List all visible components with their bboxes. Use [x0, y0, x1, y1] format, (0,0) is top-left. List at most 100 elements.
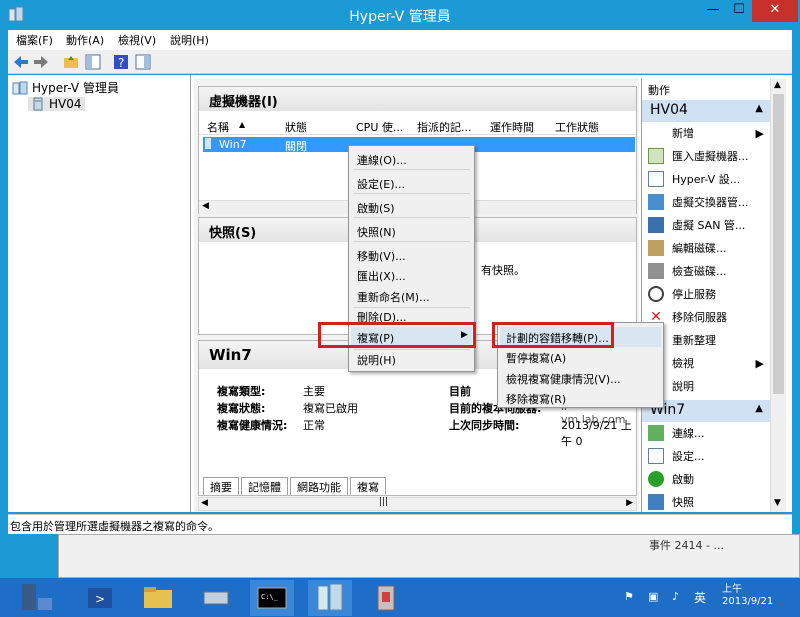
stop-icon: [648, 286, 664, 302]
powershell-icon[interactable]: >: [78, 580, 122, 616]
col-memory[interactable]: 指派的記...: [417, 119, 472, 135]
action-vswitch-manager[interactable]: 虛擬交換器管...: [648, 191, 770, 213]
menu-separator: [353, 307, 470, 308]
menu-view[interactable]: 檢視(V): [118, 32, 156, 48]
folder-up-icon[interactable]: [62, 53, 80, 71]
scroll-right-icon[interactable]: ▶: [626, 498, 633, 508]
file-explorer-icon[interactable]: [136, 580, 180, 616]
menu-separator: [353, 193, 470, 194]
col-name[interactable]: 名稱: [207, 119, 229, 135]
tab-replication[interactable]: 複寫: [350, 477, 386, 495]
menu-file[interactable]: 檔案(F): [16, 32, 53, 48]
close-button[interactable]: ✕: [752, 0, 798, 22]
ime-indicator[interactable]: 英: [694, 589, 706, 606]
action-vm-connect[interactable]: 連線...: [648, 422, 770, 444]
vm-icon: [205, 138, 211, 149]
action-vsan-manager[interactable]: 虛擬 SAN 管...: [648, 214, 770, 236]
menu-action[interactable]: 動作(A): [66, 32, 104, 48]
scroll-left-icon[interactable]: ◀: [201, 498, 208, 508]
action-help-label: 說明: [672, 380, 694, 393]
menu-item-start[interactable]: 啟動(S): [357, 200, 395, 216]
action-inspect-disk[interactable]: 檢查磁碟...: [648, 260, 770, 282]
action-edit-disk[interactable]: 編輯磁碟...: [648, 237, 770, 259]
action-new[interactable]: 新增 ▶: [648, 122, 770, 144]
scroll-left-icon[interactable]: ◀: [202, 201, 209, 211]
action-vm-snapshot-label: 快照: [672, 496, 694, 509]
vm-name: Win7: [219, 138, 247, 151]
action-vm-settings[interactable]: 設定...: [648, 445, 770, 467]
menu-item-rename[interactable]: 重新命名(M)...: [357, 289, 430, 305]
action-vm-start[interactable]: 啟動: [648, 468, 770, 490]
title-bar[interactable]: Hyper-V 管理員 — ☐ ✕: [0, 0, 800, 30]
action-view-label: 檢視: [672, 357, 694, 370]
forward-arrow-icon[interactable]: [32, 53, 50, 71]
show-hide-tree-icon[interactable]: [84, 53, 102, 71]
menu-help[interactable]: 說明(H): [170, 32, 209, 48]
action-help[interactable]: 說明: [648, 375, 770, 397]
action-hyperv-settings[interactable]: Hyper-V 設...: [648, 168, 770, 190]
flag-icon[interactable]: ⚑: [624, 590, 634, 603]
hyper-v-manager-taskbar-icon[interactable]: [308, 580, 352, 616]
inspect-disk-icon: [648, 263, 664, 279]
server-manager-icon[interactable]: [14, 580, 58, 616]
network-icon[interactable]: ▣: [648, 590, 658, 603]
action-view[interactable]: 檢視 ▶: [648, 352, 770, 374]
menu-bar: 檔案(F) 動作(A) 檢視(V) 說明(H): [8, 30, 792, 50]
snapshot-icon: [648, 494, 664, 510]
menu-item-settings[interactable]: 設定(E)...: [357, 176, 405, 192]
tree-root[interactable]: Hyper-V 管理員: [12, 79, 119, 96]
vm-connection-icon[interactable]: [364, 580, 408, 616]
clock-time[interactable]: 上午: [722, 580, 742, 595]
action-stop-service[interactable]: 停止服務: [648, 283, 770, 305]
vm-state: 關閉: [285, 140, 307, 153]
center-hscrollbar[interactable]: ◀ ||| ▶: [198, 497, 637, 511]
submenu-item-remove[interactable]: 移除複寫(R): [506, 391, 566, 407]
action-vm-start-label: 啟動: [672, 473, 694, 486]
menu-item-help[interactable]: 說明(H): [357, 352, 396, 368]
back-arrow-icon[interactable]: [12, 53, 30, 71]
menu-item-move[interactable]: 移動(V)...: [357, 248, 406, 264]
clock-date[interactable]: 2013/9/21: [722, 596, 773, 607]
collapse-up-icon[interactable]: ▲: [755, 403, 763, 414]
scroll-thumb[interactable]: |||: [379, 497, 388, 507]
menu-item-export[interactable]: 匯出(X)...: [357, 268, 406, 284]
actions-vscrollbar[interactable]: ▲ ▼: [770, 78, 786, 512]
action-refresh[interactable]: ⟳重新整理: [648, 329, 770, 351]
submenu-item-pause[interactable]: 暫停複寫(A): [506, 350, 566, 366]
status-text: 包含用於管理所選虛擬機器之複寫的命令。: [10, 520, 219, 533]
col-cpu[interactable]: CPU 使...: [356, 119, 403, 135]
taskbar: > C:\_ ⚑ ▣ ♪ 英 上午 2013/9/21: [0, 578, 800, 617]
menu-item-snapshot[interactable]: 快照(N): [357, 224, 396, 240]
tab-summary[interactable]: 摘要: [203, 477, 239, 495]
action-vm-snapshot[interactable]: 快照: [648, 491, 770, 513]
col-uptime[interactable]: 運作時間: [490, 119, 534, 135]
vm-panel-title: 虛擬機器(I): [199, 87, 636, 111]
actions-host-header[interactable]: HV04 ▲: [642, 100, 771, 122]
scroll-up-icon[interactable]: ▲: [774, 80, 781, 90]
col-state[interactable]: 狀態: [285, 119, 307, 135]
network-switch-icon: [648, 194, 664, 210]
tab-networking[interactable]: 網路功能: [290, 477, 348, 495]
collapse-up-icon[interactable]: ▲: [755, 103, 763, 114]
col-status[interactable]: 工作狀態: [555, 119, 599, 135]
tab-memory[interactable]: 記憶體: [241, 477, 288, 495]
cmd-icon[interactable]: C:\_: [250, 580, 294, 616]
help-icon[interactable]: ?: [112, 53, 130, 71]
navigation-tree: Hyper-V 管理員 HV04: [8, 75, 191, 512]
action-import-vm[interactable]: 匯入虛擬機器...: [648, 145, 770, 167]
background-window[interactable]: 事件 2414 - ...: [58, 534, 800, 578]
submenu-item-view-health[interactable]: 檢視複寫健康情況(V)...: [506, 371, 621, 387]
menu-item-connect[interactable]: 連線(O)...: [357, 152, 407, 168]
minimize-button[interactable]: —: [700, 0, 726, 22]
disk-icon[interactable]: [194, 580, 238, 616]
scroll-down-icon[interactable]: ▼: [774, 498, 781, 508]
action-vm-connect-label: 連線...: [672, 427, 705, 440]
label-replication-state: 複寫狀態:: [217, 402, 266, 415]
maximize-button[interactable]: ☐: [726, 0, 752, 22]
tree-item-host[interactable]: HV04: [28, 97, 85, 111]
volume-icon[interactable]: ♪: [672, 590, 679, 603]
scroll-thumb[interactable]: [773, 94, 784, 394]
action-remove-server[interactable]: ✕ 移除伺服器: [648, 306, 770, 328]
action-pane-icon[interactable]: [134, 53, 152, 71]
actions-title: 動作: [648, 84, 670, 97]
